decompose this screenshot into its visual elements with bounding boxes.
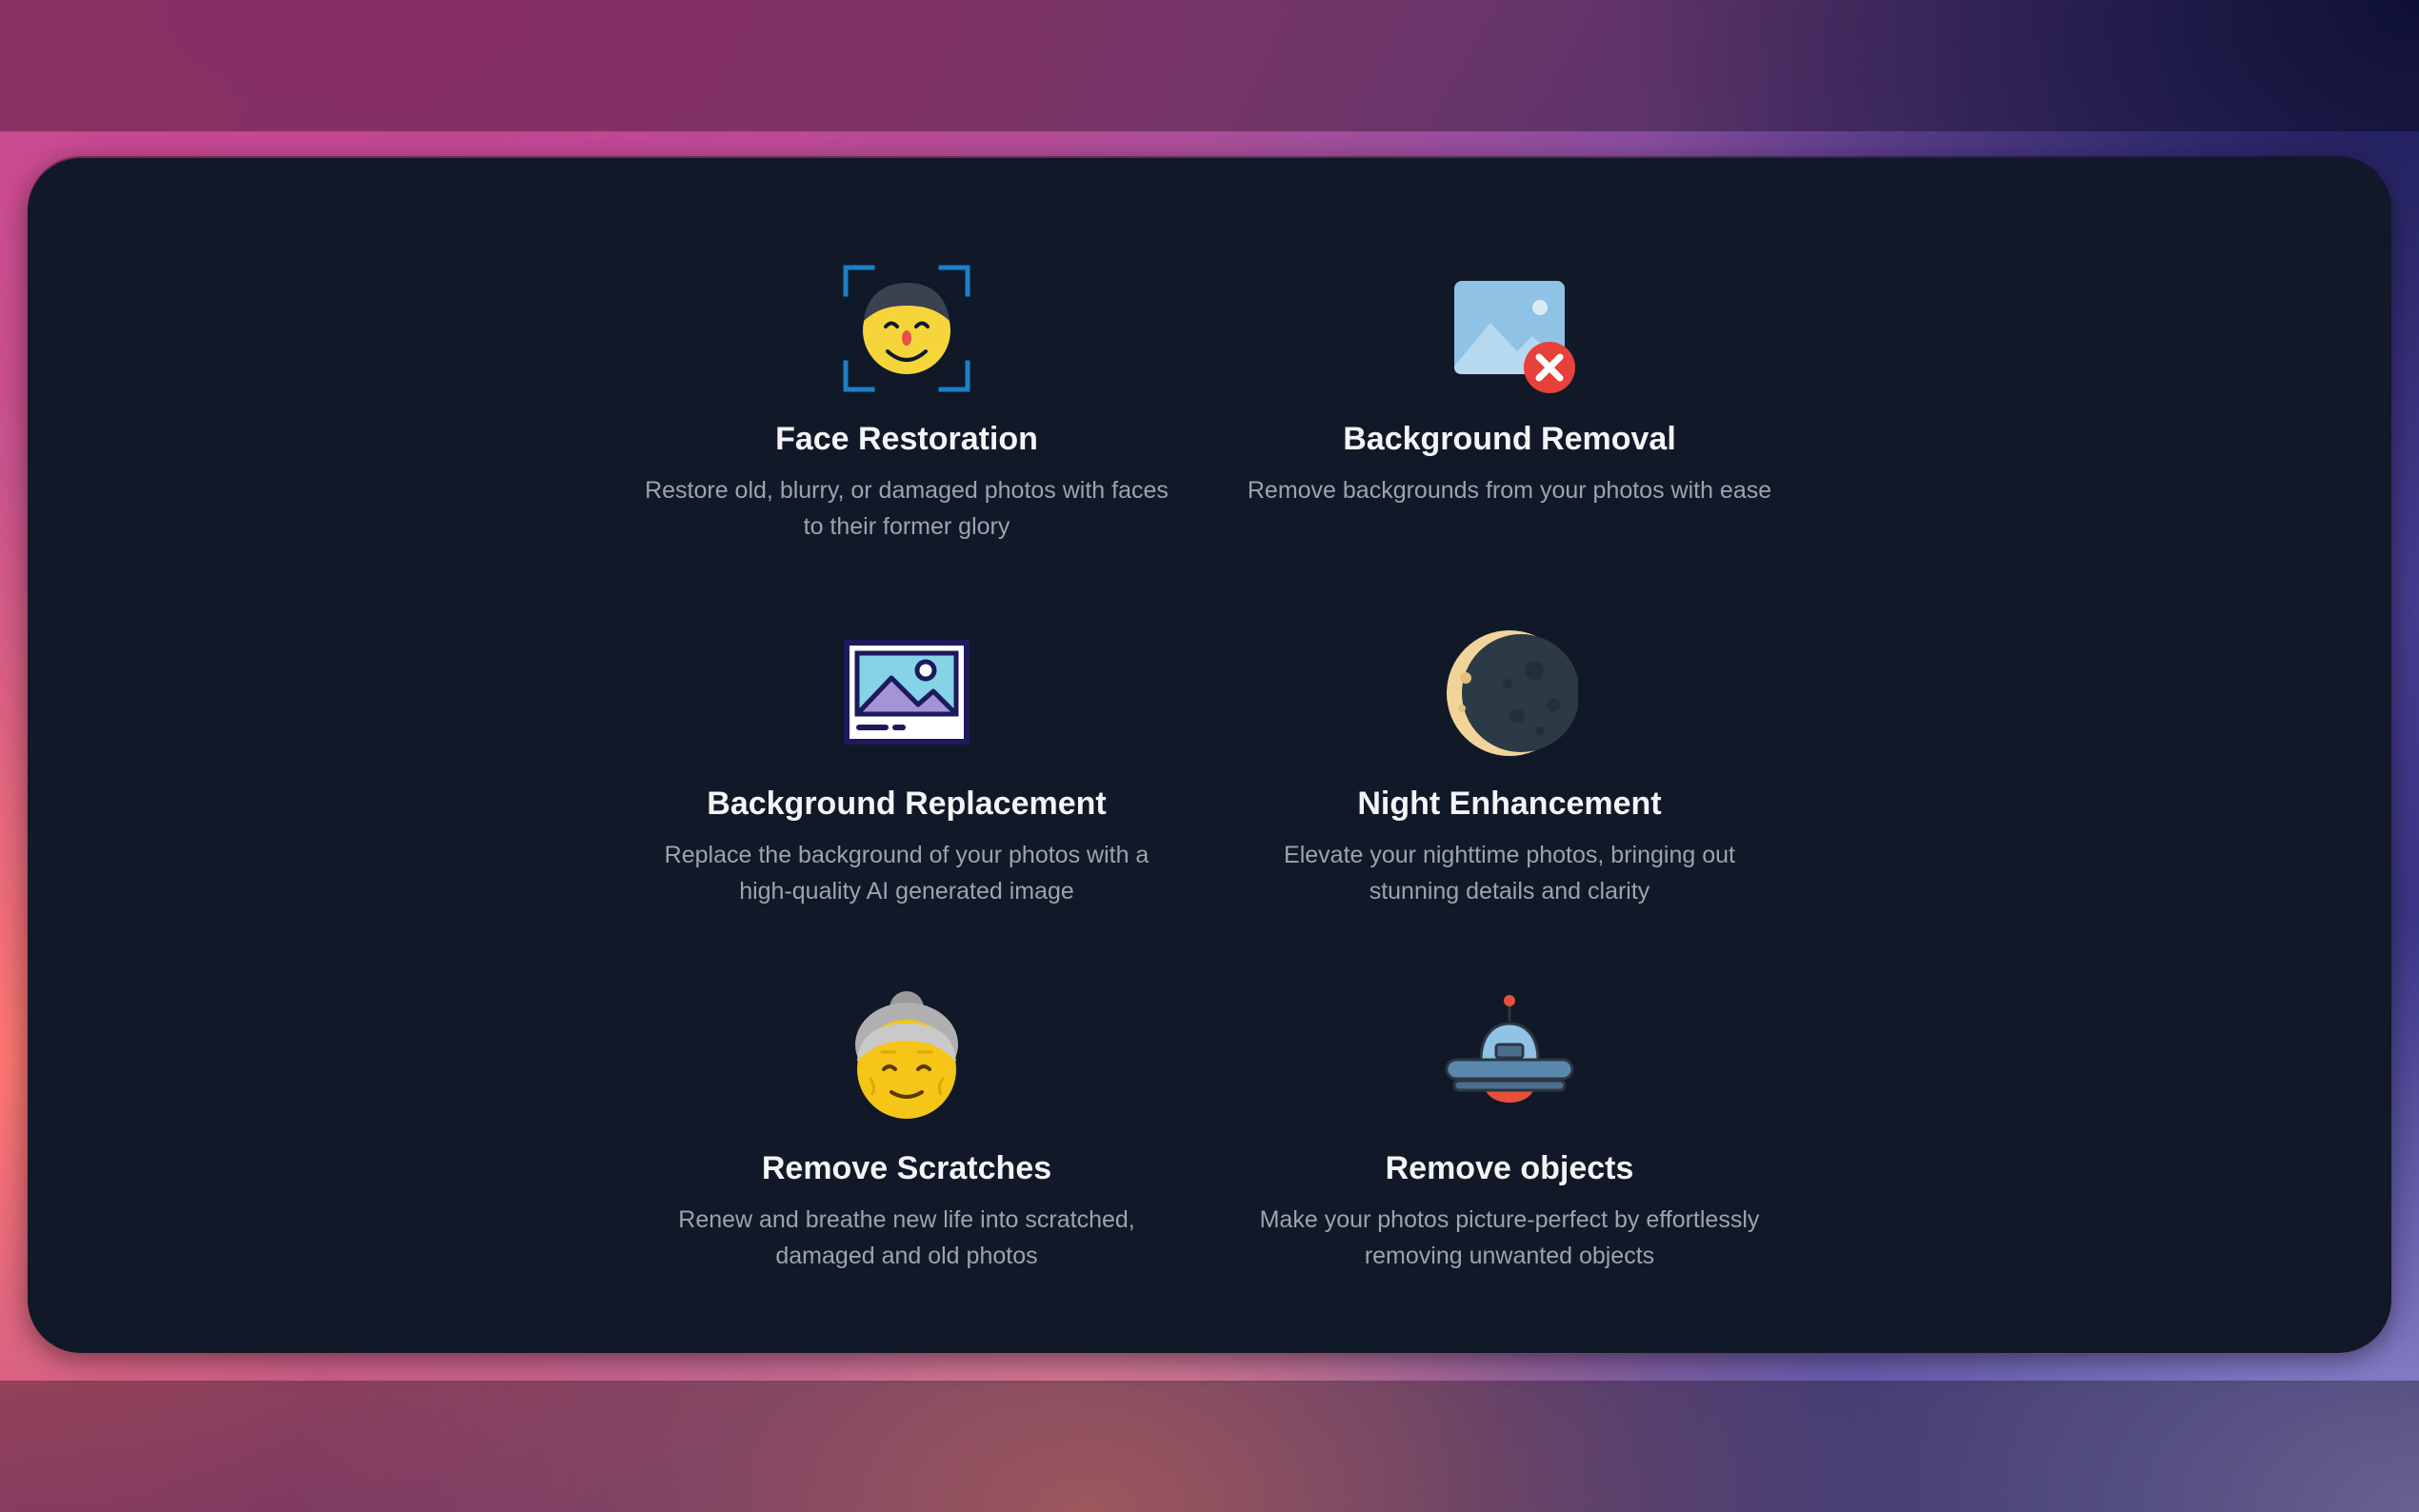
feature-title: Remove Scratches	[761, 1150, 1052, 1186]
feature-title: Background Replacement	[707, 786, 1107, 822]
face-scan-icon	[835, 257, 978, 400]
feature-background-replacement[interactable]: Background Replacement Replace the backg…	[621, 622, 1192, 909]
backdrop-bottom-shade	[0, 1381, 2419, 1512]
feature-remove-objects[interactable]: Remove objects Make your photos picture-…	[1224, 986, 1795, 1274]
feature-description: Replace the background of your photos wi…	[664, 842, 1150, 905]
feature-description: Elevate your nighttime photos, bringing …	[1284, 842, 1735, 905]
feature-title: Remove objects	[1385, 1150, 1634, 1186]
crescent-moon-icon	[1438, 622, 1581, 765]
feature-title: Background Removal	[1343, 421, 1676, 457]
feature-remove-scratches[interactable]: Remove Scratches Renew and breathe new l…	[621, 986, 1192, 1274]
feature-description: Restore old, blurry, or damaged photos w…	[645, 477, 1169, 540]
feature-background-removal[interactable]: Background Removal Remove backgrounds fr…	[1224, 257, 1795, 508]
feature-face-restoration[interactable]: Face Restoration Restore old, blurry, or…	[621, 257, 1192, 545]
feature-description: Make your photos picture-perfect by effo…	[1259, 1206, 1760, 1269]
feature-description: Renew and breathe new life into scratche…	[678, 1206, 1135, 1269]
feature-title: Face Restoration	[775, 421, 1038, 457]
feature-title: Night Enhancement	[1357, 786, 1662, 822]
feature-description: Remove backgrounds from your photos with…	[1247, 477, 1772, 504]
old-woman-icon	[835, 986, 978, 1129]
backdrop-top-shade	[0, 0, 2419, 131]
feature-night-enhancement[interactable]: Night Enhancement Elevate your nighttime…	[1224, 622, 1795, 909]
framed-picture-icon	[835, 622, 978, 765]
image-remove-icon	[1438, 257, 1581, 400]
features-card	[28, 158, 2391, 1353]
ufo-icon	[1438, 986, 1581, 1129]
